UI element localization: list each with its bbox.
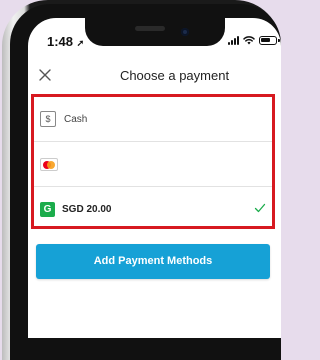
payment-methods-list: $ Cash G SGD 20.00 bbox=[31, 94, 275, 229]
payment-method-label: Cash bbox=[64, 113, 88, 125]
header: Choose a payment bbox=[28, 62, 281, 90]
empty-content-area bbox=[28, 288, 281, 338]
cellular-signal-icon bbox=[228, 35, 239, 45]
status-bar-icons bbox=[228, 35, 280, 45]
close-icon[interactable] bbox=[37, 67, 53, 83]
status-time-text: 1:48 bbox=[47, 34, 74, 49]
payment-method-cash[interactable]: $ Cash bbox=[34, 97, 272, 141]
phone-notch bbox=[85, 18, 225, 46]
checkmark-icon bbox=[254, 203, 266, 213]
speaker-grille bbox=[135, 26, 165, 31]
payment-method-mastercard[interactable] bbox=[34, 142, 272, 186]
wifi-icon bbox=[243, 36, 255, 45]
add-payment-methods-button[interactable]: Add Payment Methods bbox=[36, 244, 270, 279]
payment-method-label: SGD 20.00 bbox=[62, 203, 112, 215]
cash-icon: $ bbox=[40, 111, 56, 127]
grabpay-icon: G bbox=[40, 201, 55, 217]
mastercard-icon bbox=[40, 157, 58, 171]
status-bar-time: 1:48 ➚ bbox=[47, 34, 84, 49]
payment-method-grabpay[interactable]: G SGD 20.00 bbox=[34, 187, 272, 231]
location-arrow-icon: ➚ bbox=[76, 38, 85, 48]
phone-screen: 1:48 ➚ Choose a payment $ Cash G SGD 20.… bbox=[28, 18, 281, 338]
battery-icon bbox=[259, 35, 280, 45]
front-camera bbox=[181, 28, 189, 36]
page-title: Choose a payment bbox=[119, 68, 230, 83]
